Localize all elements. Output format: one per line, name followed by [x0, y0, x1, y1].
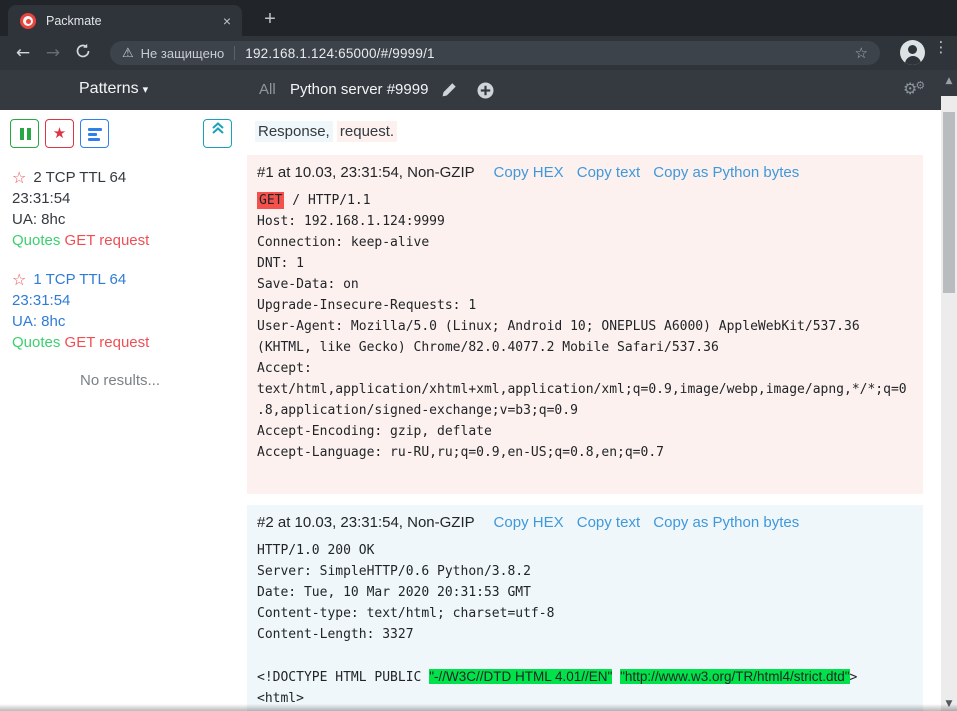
packet-body: GET / HTTP/1.1Host: 192.168.1.124:9999Co…	[257, 190, 913, 484]
packet-line: Accept: text/html,application/xhtml+xml,…	[257, 358, 913, 421]
packet-line: Connection: keep-alive	[257, 232, 913, 253]
sidebar: ★ ☆ 2 TCP TTL 64 23:31:54 UA: 8hc Quotes…	[0, 110, 240, 711]
chevron-down-icon: ▾	[143, 83, 149, 96]
collapse-sidebar-button[interactable]	[203, 119, 232, 148]
packet-line: GET / HTTP/1.1	[257, 190, 913, 211]
copy-text-link[interactable]: Copy text	[577, 514, 640, 531]
patterns-dropdown[interactable]: Patterns ▾	[79, 80, 148, 98]
capture-tags: Quotes GET request	[12, 230, 240, 251]
capture-title: 2 TCP TTL 64	[33, 167, 126, 188]
packet-header-text: #1 at 10.03, 23:31:54, Non-GZIP	[257, 164, 474, 181]
not-secure-warning-icon: ⚠	[122, 46, 134, 61]
security-label[interactable]: Не защищено	[141, 46, 225, 61]
new-tab-button[interactable]: +	[256, 6, 284, 34]
packet-line	[257, 463, 913, 484]
capture-time: 23:31:54	[12, 188, 240, 209]
edit-pencil-icon[interactable]	[441, 82, 457, 103]
tab-all[interactable]: All	[259, 81, 276, 98]
pattern-tag: GET request	[60, 334, 149, 351]
packet-line: DNT: 1	[257, 253, 913, 274]
capture-list-item[interactable]: ☆ 2 TCP TTL 64 23:31:54 UA: 8hc Quotes G…	[12, 167, 240, 251]
packet-line: <!DOCTYPE HTML PUBLIC "-//W3C//DTD HTML …	[257, 666, 913, 688]
favorite-star-icon[interactable]: ☆	[12, 269, 26, 290]
favorite-star-icon[interactable]: ☆	[12, 167, 26, 188]
patterns-label: Patterns	[79, 80, 139, 97]
packet-line: HTTP/1.0 200 OK	[257, 540, 913, 561]
packet-line: Accept-Encoding: gzip, deflate	[257, 421, 913, 442]
packet-header: #2 at 10.03, 23:31:54, Non-GZIP Copy HEX…	[257, 513, 913, 533]
copy-python-bytes-link[interactable]: Copy as Python bytes	[653, 164, 799, 181]
url-text[interactable]: 192.168.1.124:65000/#/9999/1	[245, 46, 435, 61]
legend-response: Response,	[255, 121, 333, 142]
favorites-filter-button[interactable]: ★	[45, 119, 74, 148]
packet-line: Save-Data: on	[257, 274, 913, 295]
close-tab-icon[interactable]: ×	[220, 13, 234, 29]
pattern-tag: Quotes	[12, 334, 60, 351]
highlight-match-found: "http://www.w3.org/TR/html4/strict.dtd"	[620, 669, 849, 684]
bookmark-star-icon[interactable]: ☆	[855, 44, 868, 62]
highlight-match-request: GET	[257, 192, 284, 209]
packet-line: <html>	[257, 688, 913, 709]
copy-hex-link[interactable]: Copy HEX	[494, 514, 564, 531]
sidebar-toolbar: ★	[0, 110, 240, 147]
stream-legend: Response, request.	[255, 123, 941, 143]
packet-header-text: #2 at 10.03, 23:31:54, Non-GZIP	[257, 514, 474, 531]
packet-line: Date: Tue, 10 Mar 2020 20:31:53 GMT	[257, 582, 913, 603]
capture-time: 23:31:54	[12, 290, 240, 311]
browser-tab-bar: Packmate × +	[0, 0, 957, 36]
packmate-favicon-icon	[20, 13, 36, 29]
highlight-match-found: "-//W3C//DTD HTML 4.01//EN"	[429, 669, 612, 684]
pattern-tag: GET request	[60, 232, 149, 249]
capture-ua: UA: 8hc	[12, 209, 240, 230]
legend-request: request.	[337, 121, 397, 142]
packet-line: Server: SimpleHTTP/0.6 Python/3.8.2	[257, 561, 913, 582]
packet-body: HTTP/1.0 200 OKServer: SimpleHTTP/0.6 Py…	[257, 540, 913, 709]
main-content: Response, request. #1 at 10.03, 23:31:54…	[240, 110, 941, 711]
tab-title: Packmate	[46, 14, 220, 28]
packet-header: #1 at 10.03, 23:31:54, Non-GZIP Copy HEX…	[257, 163, 913, 183]
scroll-up-icon[interactable]: ▲	[941, 70, 957, 96]
browser-tab[interactable]: Packmate ×	[8, 5, 242, 36]
packet-line: Content-type: text/html; charset=utf-8	[257, 603, 913, 624]
tab-python-server[interactable]: Python server #9999	[290, 81, 428, 98]
browser-menu-icon[interactable]: ⋮	[933, 44, 949, 50]
list-filter-button[interactable]	[80, 119, 109, 148]
copy-text-link[interactable]: Copy text	[577, 164, 640, 181]
add-pattern-icon[interactable]	[477, 82, 494, 104]
profile-avatar[interactable]	[900, 40, 925, 65]
copy-hex-link[interactable]: Copy HEX	[494, 164, 564, 181]
vertical-scrollbar[interactable]: ▲ ▼	[941, 70, 957, 711]
packet-line: Content-Length: 3327	[257, 624, 913, 645]
address-bar[interactable]: ⚠ Не защищено 192.168.1.124:65000/#/9999…	[110, 41, 880, 65]
packet-line: Accept-Language: ru-RU,ru;q=0.9,en-US;q=…	[257, 442, 913, 463]
pause-capture-button[interactable]	[10, 119, 39, 148]
pattern-tag: Quotes	[12, 232, 60, 249]
app-header: Patterns ▾ All Python server #9999 ⚙⚙	[0, 70, 941, 110]
packet-line: Upgrade-Insecure-Requests: 1	[257, 295, 913, 316]
packet-card-request: #1 at 10.03, 23:31:54, Non-GZIP Copy HEX…	[247, 155, 923, 494]
capture-ua: UA: 8hc	[12, 311, 240, 332]
packet-line: Host: 192.168.1.124:9999	[257, 211, 913, 232]
capture-list-item[interactable]: ☆ 1 TCP TTL 64 23:31:54 UA: 8hc Quotes G…	[12, 269, 240, 353]
forward-button[interactable]: →	[38, 43, 68, 63]
packet-line	[257, 645, 913, 666]
settings-gears-icon[interactable]: ⚙⚙	[903, 79, 927, 99]
scrollbar-thumb[interactable]	[943, 112, 955, 293]
scroll-down-icon[interactable]: ▼	[941, 699, 957, 709]
back-button[interactable]: ←	[8, 43, 38, 63]
no-results-text: No results...	[0, 372, 240, 389]
reload-button[interactable]	[68, 43, 98, 64]
packet-line: User-Agent: Mozilla/5.0 (Linux; Android …	[257, 316, 913, 358]
browser-toolbar: ← → ⚠ Не защищено 192.168.1.124:65000/#/…	[0, 36, 957, 70]
address-divider	[234, 46, 235, 60]
copy-python-bytes-link[interactable]: Copy as Python bytes	[653, 514, 799, 531]
capture-title: 1 TCP TTL 64	[33, 269, 126, 290]
capture-tags: Quotes GET request	[12, 332, 240, 353]
packet-card-response: #2 at 10.03, 23:31:54, Non-GZIP Copy HEX…	[247, 505, 923, 711]
